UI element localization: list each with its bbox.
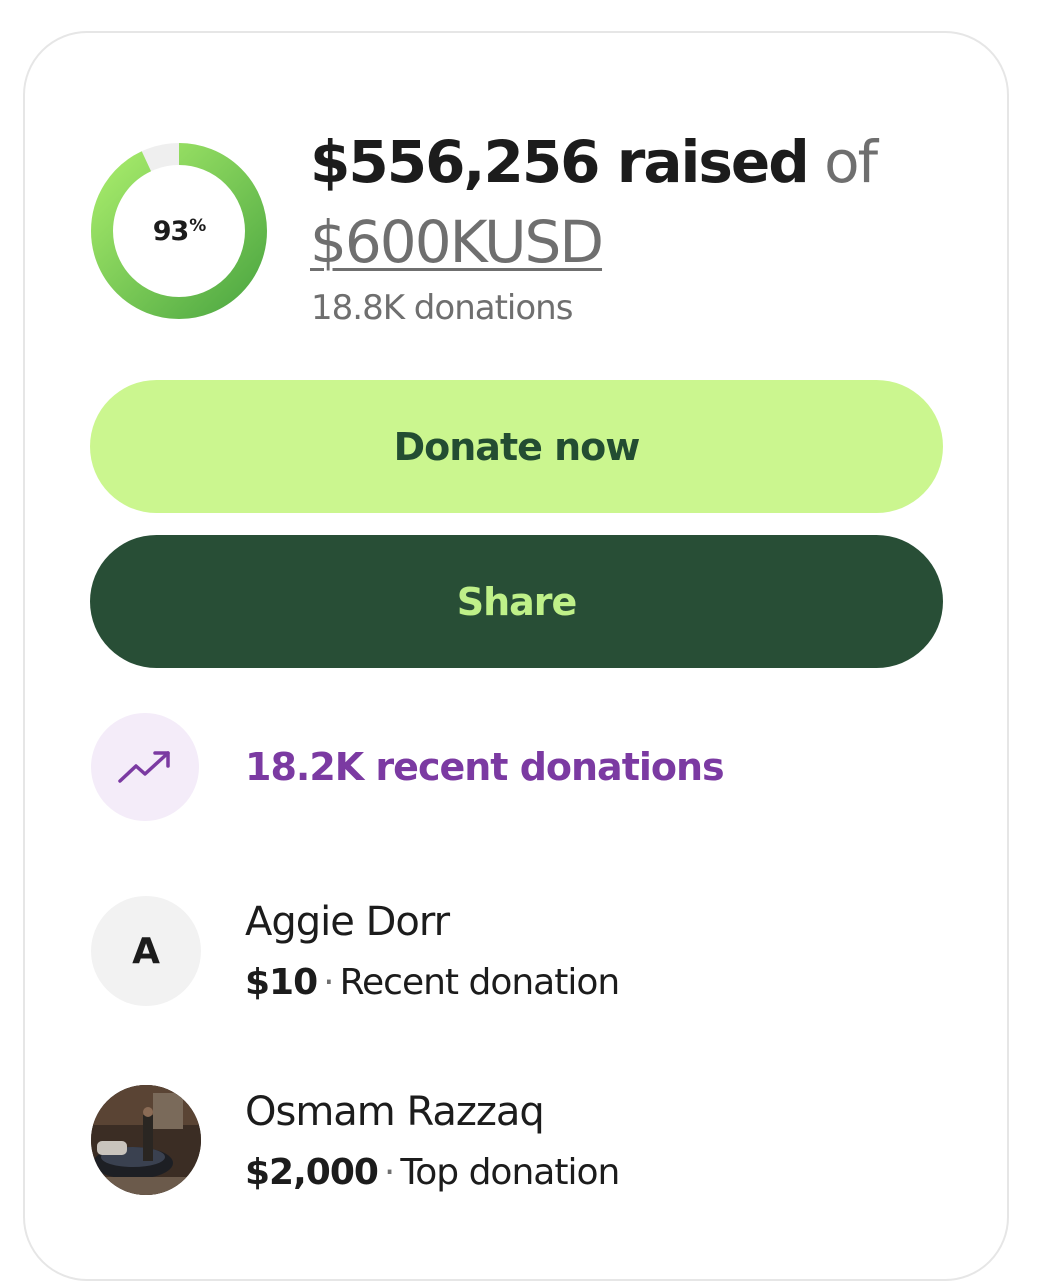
recent-donations-link[interactable]: 18.2K recent donations <box>245 742 725 792</box>
donor-meta: $2,000 · Top donation <box>245 1150 620 1196</box>
trending-up-icon <box>118 751 170 783</box>
donor-name: Osmam Razzaq <box>245 1089 545 1135</box>
donations-count: 18.8K donations <box>311 288 573 328</box>
meta-separator: · <box>383 1152 395 1193</box>
avatar: A <box>91 896 201 1006</box>
progress-ring: 93% <box>90 142 268 320</box>
progress-percent-label: 93% <box>90 142 268 320</box>
meta-separator: · <box>323 962 334 1003</box>
raised-summary: $556,256 raised of <box>310 126 878 198</box>
share-button[interactable]: Share <box>90 535 943 668</box>
avatar-initial: A <box>132 930 160 972</box>
progress-percent-number: 93 <box>152 215 190 247</box>
donor-meta: $10 · Recent donation <box>245 960 621 1006</box>
trend-icon-badge <box>91 713 199 821</box>
donation-amount: $2,000 <box>245 1152 379 1193</box>
donation-amount: $10 <box>245 962 318 1003</box>
donor-photo-image <box>91 1085 201 1195</box>
raised-amount: $556,256 raised <box>310 128 810 196</box>
donor-name: Aggie Dorr <box>245 899 450 945</box>
donation-type: Recent donation <box>339 962 621 1003</box>
progress-percent-symbol: % <box>189 216 206 236</box>
donate-now-button[interactable]: Donate now <box>90 380 943 513</box>
avatar-photo <box>91 1085 201 1195</box>
goal-link[interactable]: $600KUSD <box>310 206 604 278</box>
donation-type: Top donation <box>400 1152 620 1193</box>
raised-of-text: of <box>824 128 878 196</box>
